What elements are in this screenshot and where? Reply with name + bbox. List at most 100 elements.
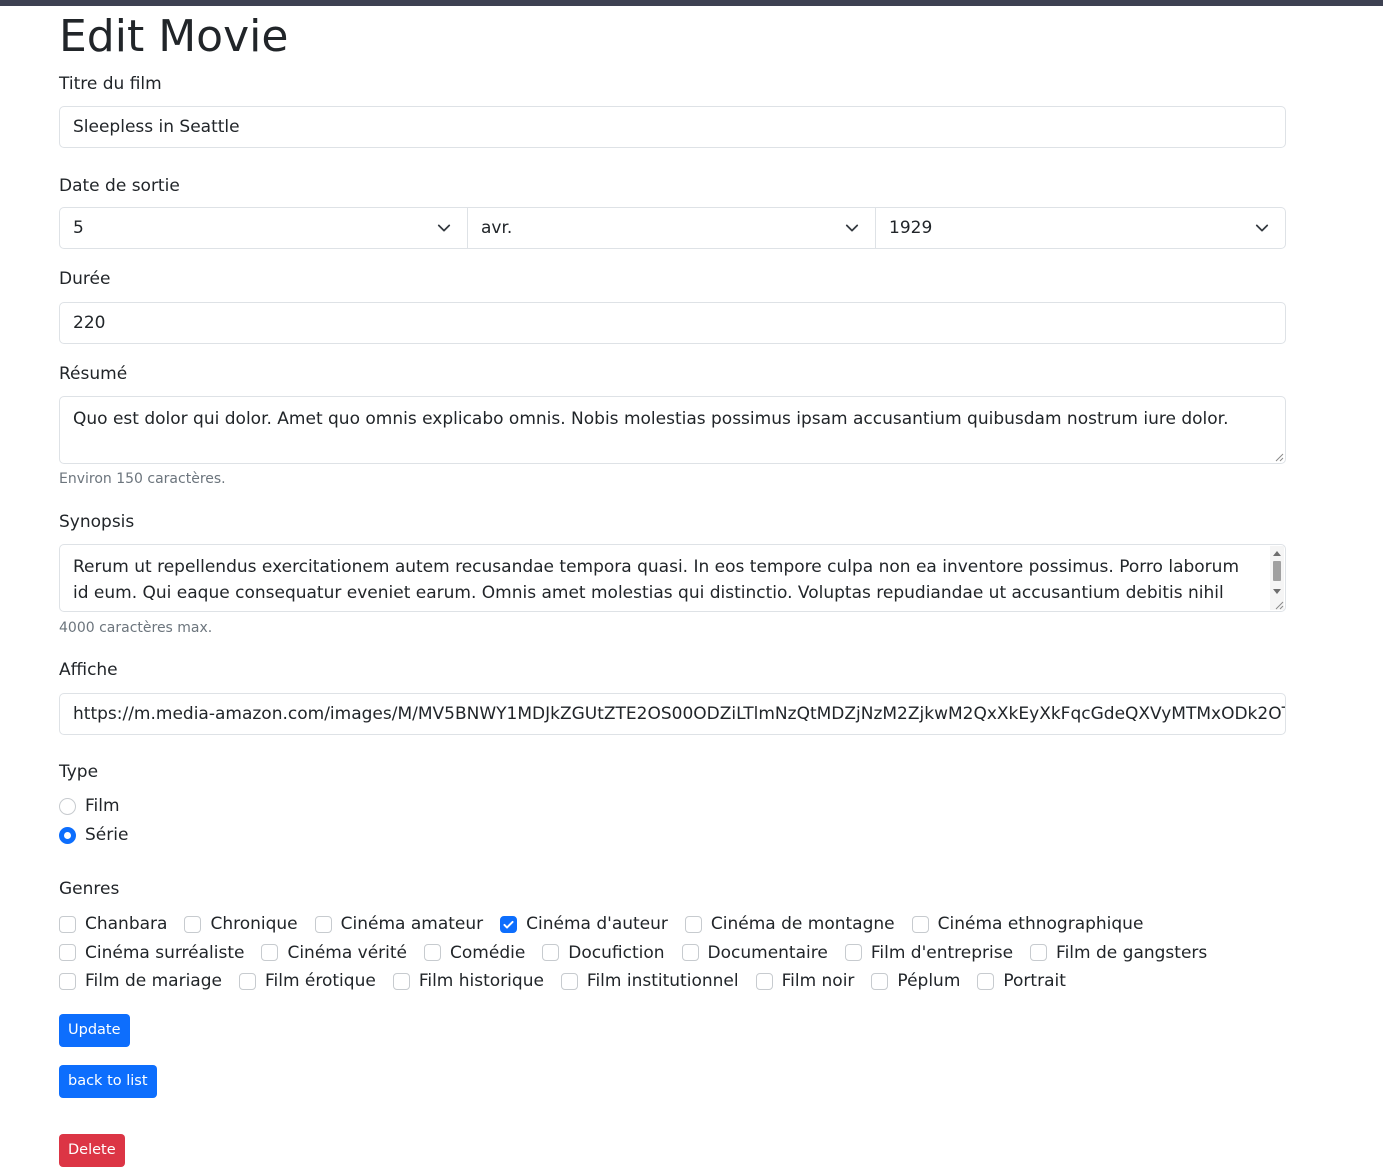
checkbox[interactable]	[238, 972, 256, 990]
resume-label: Résumé	[59, 364, 128, 384]
genre-checkbox-item[interactable]: Film de mariage	[59, 971, 222, 991]
genre-checkbox-item[interactable]: Chanbara	[59, 914, 167, 934]
duration-label: Durée	[59, 269, 111, 289]
type-label: Type	[59, 762, 99, 782]
checkbox[interactable]	[560, 972, 578, 990]
checkbox[interactable]	[314, 915, 332, 933]
genre-checkbox-item[interactable]: Péplum	[871, 971, 960, 991]
checkbox-checked[interactable]	[500, 915, 518, 933]
genre-checkbox-item[interactable]: Film érotique	[238, 971, 376, 992]
checkbox[interactable]	[684, 915, 702, 933]
genre-checkbox-item[interactable]: Cinéma ethnographique	[911, 914, 1144, 935]
back-to-list-button[interactable]: back to list	[59, 1065, 157, 1098]
type-option-film[interactable]: Film	[59, 794, 120, 818]
year-select[interactable]: 1929	[876, 207, 1286, 249]
checkbox[interactable]	[392, 972, 410, 990]
checkbox[interactable]	[844, 944, 862, 962]
genres-row: Chanbara Chronique Cinéma amateur Cinéma d'…	[59, 910, 1286, 939]
resize-grip-icon	[1275, 601, 1284, 610]
genre-label: Cinéma vérité	[287, 942, 408, 963]
radio-button-selected[interactable]	[59, 826, 76, 844]
genre-label: Film institutionnel	[586, 971, 739, 992]
genres-checkbox-group: Chanbara Chronique Cinéma amateur Cinéma d'…	[59, 910, 1286, 996]
checkbox[interactable]	[59, 972, 76, 990]
genre-checkbox-item[interactable]: Documentaire	[681, 942, 828, 963]
day-select-value: 5	[73, 218, 84, 238]
checkbox[interactable]	[542, 944, 560, 962]
checkbox[interactable]	[681, 944, 699, 962]
genre-checkbox-item[interactable]: Cinéma amateur	[314, 914, 484, 935]
genre-label: Cinéma d'auteur	[526, 914, 668, 935]
genre-label: Cinéma amateur	[340, 914, 484, 935]
chevron-down-icon	[845, 224, 859, 232]
month-select-value: avr.	[481, 218, 513, 238]
genre-label: Film d'entreprise	[870, 942, 1014, 963]
genre-label: Docufiction	[568, 942, 665, 963]
genre-checkbox-item[interactable]: Portrait	[977, 971, 1066, 991]
poster-url-input[interactable]: https://m.media-amazon.com/images/M/MV5B…	[59, 693, 1286, 735]
synopsis-textarea[interactable]: Rerum ut repellendus exercitationem aute…	[59, 544, 1286, 612]
duration-input[interactable]: 220	[59, 302, 1286, 344]
genre-checkbox-item[interactable]: Film institutionnel	[560, 971, 739, 992]
genre-checkbox-item[interactable]: Chronique	[184, 914, 298, 935]
month-select[interactable]: avr.	[468, 207, 876, 249]
genre-label: Chronique	[210, 914, 298, 935]
checkbox[interactable]	[261, 944, 279, 962]
genre-checkbox-item[interactable]: Cinéma surréaliste	[59, 943, 244, 963]
scroll-down-arrow-icon[interactable]	[1273, 589, 1281, 594]
checkbox[interactable]	[911, 915, 929, 933]
genres-row: Cinéma surréaliste Cinéma vérité Comédie Do…	[59, 939, 1286, 968]
resume-textarea[interactable]: Quo est dolor qui dolor. Amet quo omnis …	[59, 396, 1286, 464]
genre-checkbox-item[interactable]: Comédie	[424, 943, 525, 963]
checkbox[interactable]	[871, 972, 889, 990]
genre-label: Comédie	[450, 942, 526, 963]
genre-checkbox-item[interactable]: Film de gangsters	[1030, 943, 1207, 963]
genre-label: Film érotique	[264, 971, 376, 992]
title-input[interactable]: Sleepless in Seattle	[59, 106, 1286, 148]
genre-checkbox-item[interactable]: Docufiction	[542, 942, 665, 963]
title-label: Titre du film	[59, 74, 162, 94]
chevron-down-icon	[1255, 224, 1269, 232]
genre-label: Film historique	[418, 971, 544, 992]
resize-grip-icon	[1275, 453, 1284, 462]
synopsis-text: Rerum ut repellendus exercitationem aute…	[73, 557, 1240, 603]
genre-checkbox-item[interactable]: Film noir	[755, 971, 855, 992]
checkbox[interactable]	[755, 972, 773, 990]
genre-checkbox-item[interactable]: Cinéma vérité	[261, 943, 407, 963]
resume-text: Quo est dolor qui dolor. Amet quo omnis …	[73, 409, 1229, 429]
scroll-up-arrow-icon[interactable]	[1273, 551, 1281, 556]
update-button[interactable]: Update	[59, 1014, 130, 1047]
checkbox[interactable]	[1030, 944, 1048, 962]
check-icon	[503, 920, 514, 929]
synopsis-label: Synopsis	[59, 512, 135, 532]
genre-checkbox-item[interactable]: Cinéma d'auteur	[500, 914, 668, 934]
scrollbar-thumb[interactable]	[1273, 561, 1281, 581]
genre-checkbox-item[interactable]: Film historique	[392, 971, 544, 992]
genres-label: Genres	[59, 879, 120, 899]
genre-label: Film de mariage	[85, 971, 222, 992]
resume-help-text: Environ 150 caractères.	[59, 471, 226, 487]
genre-checkbox-item[interactable]: Cinéma de montagne	[684, 914, 895, 935]
type-option-label: Série	[85, 825, 129, 845]
checkbox[interactable]	[59, 915, 76, 933]
type-option-serie[interactable]: Série	[59, 823, 128, 847]
checkbox[interactable]	[977, 972, 995, 990]
genre-label: Cinéma ethnographique	[937, 914, 1144, 935]
day-select[interactable]: 5	[59, 207, 468, 249]
genre-label: Cinéma de montagne	[710, 914, 895, 935]
release-date-label: Date de sortie	[59, 176, 180, 196]
chevron-down-icon	[437, 224, 451, 232]
checkbox[interactable]	[59, 944, 76, 962]
genres-row: Film de mariage Film érotique Film histori…	[59, 967, 1286, 996]
genre-label: Film noir	[781, 971, 855, 992]
type-option-label: Film	[85, 796, 120, 816]
poster-label: Affiche	[59, 660, 118, 680]
radio-button[interactable]	[59, 797, 76, 815]
year-select-value: 1929	[889, 218, 933, 238]
checkbox[interactable]	[424, 944, 442, 962]
genre-checkbox-item[interactable]: Film d'entreprise	[844, 942, 1014, 963]
genre-label: Documentaire	[707, 942, 828, 963]
delete-button[interactable]: Delete	[59, 1134, 125, 1167]
checkbox[interactable]	[184, 915, 202, 933]
top-bar	[0, 0, 1383, 6]
